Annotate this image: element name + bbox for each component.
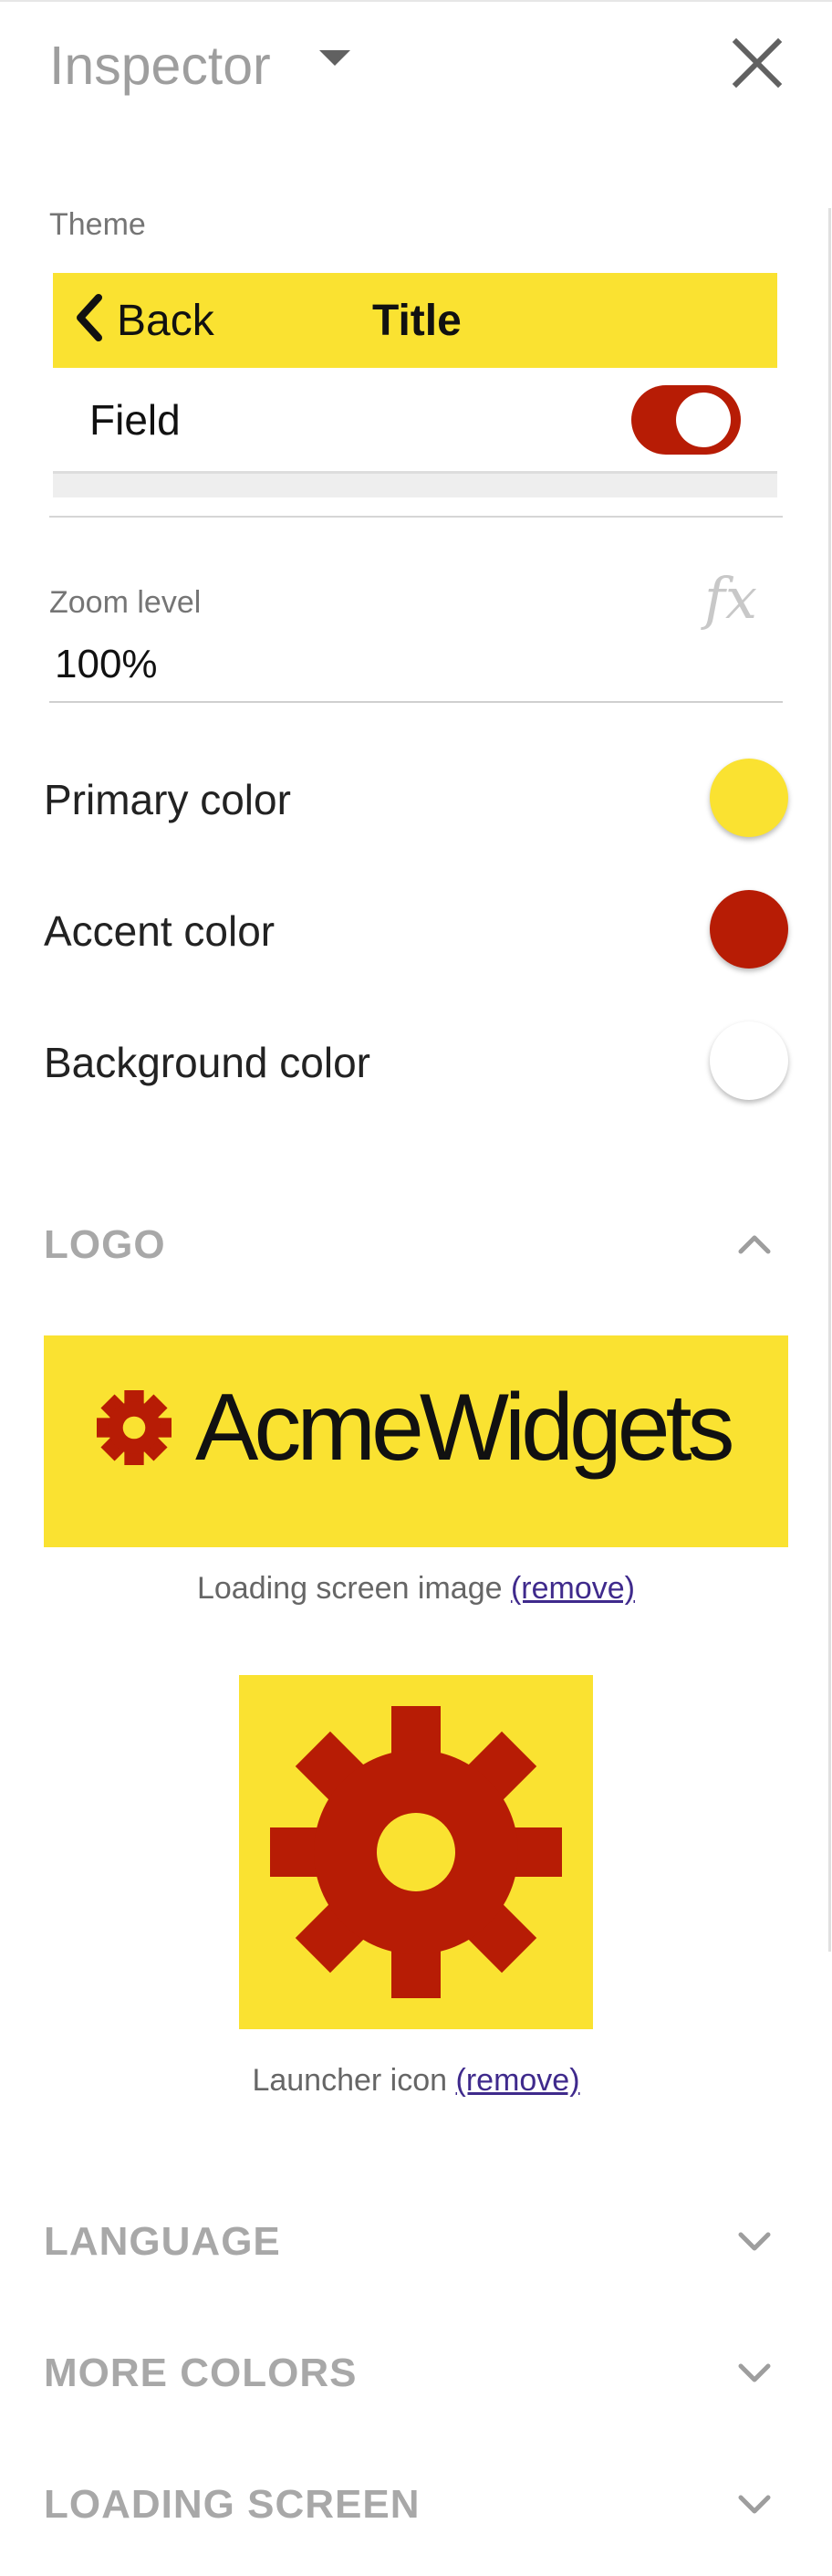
- launcher-icon-image[interactable]: [239, 1675, 593, 2029]
- gear-icon: [97, 1390, 172, 1465]
- preview-footer: [53, 474, 777, 497]
- close-icon[interactable]: [731, 37, 784, 89]
- chevron-down-icon[interactable]: [733, 2220, 775, 2262]
- theme-preview-title: Title: [372, 297, 462, 345]
- dropdown-arrow-icon[interactable]: [319, 50, 350, 66]
- primary-color-swatch[interactable]: [710, 759, 788, 837]
- section-divider: [49, 516, 783, 518]
- chevron-down-icon[interactable]: [733, 2483, 775, 2525]
- language-section-header[interactable]: LANGUAGE: [44, 2215, 281, 2269]
- logo-text: AcmeWidgets: [195, 1375, 735, 1481]
- formula-fx-icon[interactable]: fx: [704, 564, 757, 634]
- zoom-input-underline: [49, 701, 783, 703]
- loading-screen-caption-text: Loading screen image: [196, 1571, 503, 1606]
- theme-preview-back: Back: [117, 297, 214, 345]
- remove-loading-image-link[interactable]: (remove): [511, 1571, 635, 1606]
- loading-screen-image[interactable]: AcmeWidgets: [44, 1335, 788, 1547]
- logo-section-header[interactable]: LOGO: [44, 1218, 166, 1272]
- chevron-up-icon[interactable]: [733, 1224, 775, 1266]
- primary-color-label: Primary color: [44, 776, 291, 823]
- theme-label: Theme: [49, 207, 146, 242]
- loading-screen-section-header[interactable]: LOADING SCREEN: [44, 2477, 420, 2532]
- more-colors-section-header[interactable]: MORE COLORS: [44, 2346, 357, 2401]
- background-color-swatch[interactable]: [710, 1021, 788, 1100]
- loading-screen-caption: Loading screen image (remove): [0, 1568, 832, 1608]
- top-border: [0, 0, 832, 2]
- toggle-knob: [676, 393, 731, 447]
- gear-icon: [270, 1706, 562, 1998]
- panel-title[interactable]: Inspector: [49, 31, 271, 100]
- zoom-level-label: Zoom level: [49, 585, 202, 620]
- zoom-level-input[interactable]: 100%: [55, 637, 158, 692]
- scrollbar[interactable]: [828, 208, 831, 1952]
- chevron-down-icon[interactable]: [733, 2351, 775, 2393]
- accent-color-label: Accent color: [44, 907, 276, 955]
- accent-color-swatch[interactable]: [710, 890, 788, 969]
- theme-preview-field-label: Field: [89, 396, 181, 444]
- remove-launcher-icon-link[interactable]: (remove): [456, 2063, 580, 2098]
- launcher-icon-caption-text: Launcher icon: [252, 2063, 448, 2098]
- chevron-left-icon: [71, 294, 108, 341]
- background-color-label: Background color: [44, 1039, 370, 1086]
- launcher-icon-caption: Launcher icon (remove): [0, 2060, 832, 2100]
